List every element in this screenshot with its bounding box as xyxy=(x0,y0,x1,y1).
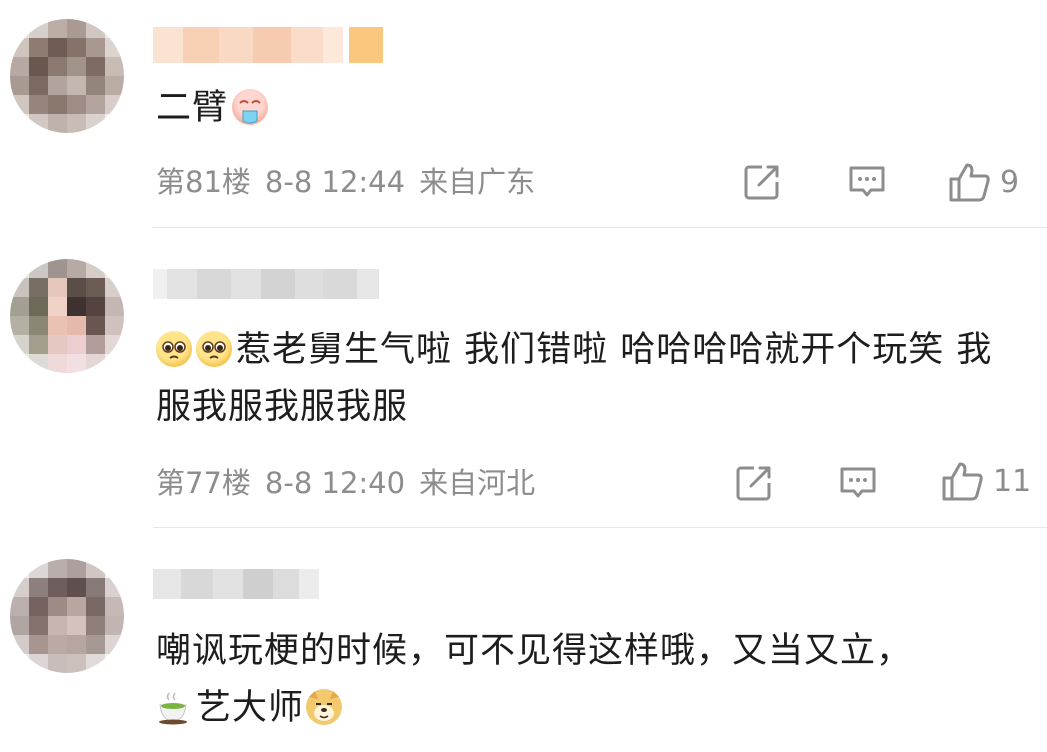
location: 来自河北 xyxy=(419,466,536,500)
comment-icon xyxy=(849,166,885,197)
share-icon xyxy=(736,466,771,501)
comment-icon xyxy=(840,467,876,498)
like-count: 11 xyxy=(993,463,1032,499)
floor-number: 第81楼 xyxy=(156,165,251,199)
floor-number: 第77楼 xyxy=(156,466,251,500)
comment-text: 二臂 xyxy=(156,80,1003,137)
comment-item: 嘲讽玩梗的时候，可不见得这样哦，又当又立， 艺大师 xyxy=(0,528,1047,752)
vip-badge-icon xyxy=(349,27,383,63)
comment-text: 嘲讽玩梗的时候，可不见得这样哦，又当又立， 艺大师 xyxy=(156,623,1003,737)
avatar[interactable] xyxy=(10,259,124,373)
avatar[interactable] xyxy=(10,559,124,673)
reply-button[interactable] xyxy=(847,162,887,202)
comment-text: 惹老舅生气啦 我们错啦 哈哈哈哈就开个玩笑 我服我服我服我服 xyxy=(156,330,993,427)
thumbs-up-icon xyxy=(949,163,990,202)
username-blurred[interactable] xyxy=(153,569,319,599)
share-icon xyxy=(744,165,779,200)
comment-item: 二臂 第81楼 8-8 12:44 来自广东 9 xyxy=(0,0,1047,228)
username-blurred[interactable] xyxy=(153,27,383,63)
reply-button[interactable] xyxy=(838,463,878,503)
like-button[interactable]: 11 xyxy=(941,461,1031,501)
share-button[interactable] xyxy=(734,463,774,503)
tea-emoji xyxy=(156,689,192,725)
doge-emoji xyxy=(306,689,343,725)
comment-text-line: 艺大师 xyxy=(156,680,1003,737)
comment-meta: 第77楼 8-8 12:40 来自河北 xyxy=(156,463,535,503)
comment-item: 惹老舅生气啦 我们错啦 哈哈哈哈就开个玩笑 我服我服我服我服 第77楼 8-8 1… xyxy=(0,228,1047,528)
like-button[interactable]: 9 xyxy=(948,162,1019,202)
timestamp: 8-8 12:44 xyxy=(264,165,406,199)
like-count: 9 xyxy=(1000,164,1020,200)
share-button[interactable] xyxy=(742,162,782,202)
location: 来自广东 xyxy=(419,165,536,199)
username-blurred[interactable] xyxy=(153,269,379,299)
pleading-face-emoji xyxy=(156,331,192,367)
timestamp: 8-8 12:40 xyxy=(264,466,406,500)
comment-text-line: 嘲讽玩梗的时候，可不见得这样哦，又当又立， xyxy=(156,631,913,671)
avatar[interactable] xyxy=(10,19,124,133)
drooling-face-emoji xyxy=(232,89,269,125)
comment-meta: 第81楼 8-8 12:44 来自广东 xyxy=(156,162,535,202)
pleading-face-emoji xyxy=(196,331,232,367)
thumbs-up-icon xyxy=(942,462,983,501)
